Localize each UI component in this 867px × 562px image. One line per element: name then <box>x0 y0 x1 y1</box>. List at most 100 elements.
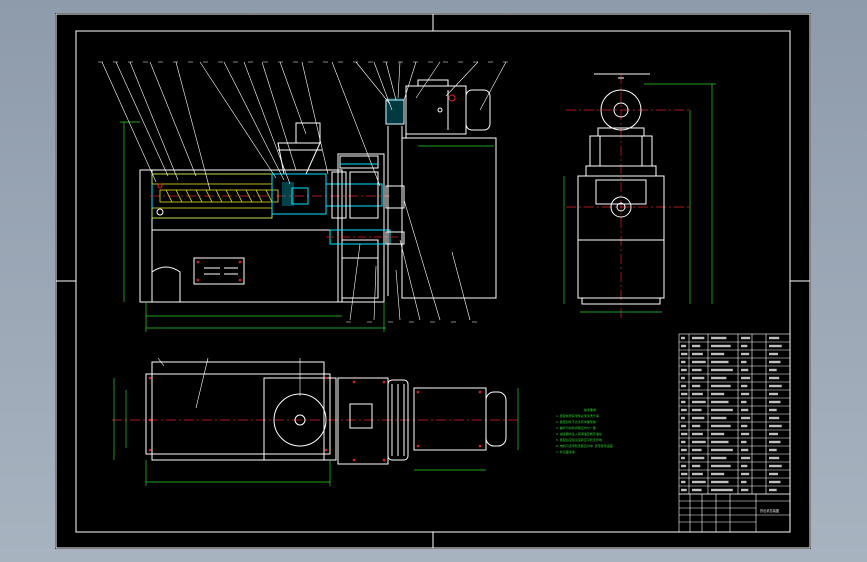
parts-list-cell-mark <box>681 464 687 468</box>
parts-list-cell-mark <box>741 368 749 372</box>
parts-list-cell-mark <box>769 384 782 388</box>
parts-list-cell-mark <box>769 488 777 492</box>
parts-list-cell-mark <box>681 344 687 348</box>
technical-requirements: 技术要求 1. 装配前所有零件必须清洗干净. 2. 各密封处不允许有渗漏现象. … <box>556 407 614 454</box>
parts-list-cell-mark <box>741 384 748 388</box>
parts-list-cell-mark <box>692 368 702 372</box>
parts-list-cell-mark <box>681 488 687 492</box>
parts-list-cell-mark <box>741 352 750 356</box>
tech-req-line: 7. 外表面涂漆. <box>556 449 576 454</box>
parts-list-cell-mark <box>741 448 749 452</box>
parts-list-cell-mark <box>681 480 686 484</box>
parts-list-cell-mark <box>711 360 729 364</box>
parts-list-cell-mark <box>769 464 782 468</box>
parts-list-cell-mark <box>711 432 725 436</box>
parts-list-cell-mark <box>741 376 751 380</box>
parts-list-cell-mark <box>741 424 748 428</box>
parts-list-cell-mark <box>692 384 701 388</box>
parts-list-cell-mark <box>681 392 688 396</box>
drawing-canvas: 技术要求 1. 装配前所有零件必须清洗干净. 2. 各密封处不允许有渗漏现象. … <box>55 13 811 549</box>
tech-req-line: 4. 减速器内注入润滑油至规定油位. <box>556 431 603 436</box>
parts-list-cell-mark <box>741 416 751 420</box>
parts-list-cell-mark <box>692 448 702 452</box>
parts-list-cell-mark <box>711 336 727 340</box>
parts-list-cell-mark <box>692 360 706 364</box>
parts-list-cell-mark <box>711 352 725 356</box>
parts-list-cell-mark <box>681 448 687 452</box>
parts-list-cell-mark <box>769 424 782 428</box>
parts-list-cell-mark <box>769 440 781 444</box>
parts-list-cell-mark <box>692 440 706 444</box>
parts-list-cell-mark <box>769 472 778 476</box>
parts-list-cell-mark <box>681 416 685 420</box>
parts-list-cell-mark <box>769 432 778 436</box>
parts-list-cell-mark <box>769 456 780 460</box>
parts-list-cell-mark <box>711 384 731 388</box>
control-panel <box>193 257 245 285</box>
parts-list-cell-mark <box>711 416 727 420</box>
parts-list-cell-mark <box>681 440 686 444</box>
parts-list-cell-mark <box>711 400 729 404</box>
parts-list-cell-mark <box>769 336 780 340</box>
parts-list-cell-mark <box>681 456 685 460</box>
parts-list-cell-mark <box>681 352 688 356</box>
parts-list-cell-mark <box>741 480 747 484</box>
title-block <box>678 493 791 533</box>
parts-list-cell-mark <box>681 408 687 412</box>
tech-req-line: 3. 螺杆与机筒间隙应均匀一致. <box>556 425 597 430</box>
leader-ticks <box>98 61 508 323</box>
leader-lines <box>101 61 507 321</box>
parts-list-cell-mark <box>681 400 686 404</box>
parts-list-cell-mark <box>769 344 782 348</box>
tech-req-line: 5. 装配后空载试运转应平稳无异响. <box>556 437 603 442</box>
parts-list-cell-mark <box>692 416 705 420</box>
parts-list-cell-mark <box>681 384 687 388</box>
side-view <box>563 73 716 318</box>
parts-list-cell-mark <box>711 376 727 380</box>
parts-list-cell-mark <box>711 480 729 484</box>
top-view <box>112 357 520 486</box>
tech-req-line: 6. 电机与皮带轮安装应对中, 皮带张紧适度. <box>556 443 614 448</box>
parts-list-cell-mark <box>769 360 781 364</box>
parts-list-cell-mark <box>741 464 748 468</box>
parts-list-cell-mark <box>741 456 751 460</box>
parts-list-cell-mark <box>692 488 702 492</box>
parts-list-cell-mark <box>741 440 747 444</box>
title-block-name: 挤出机总装图 <box>760 508 779 513</box>
top-base <box>145 373 331 455</box>
parts-list-cell-mark <box>692 376 705 380</box>
parts-list-cell-mark <box>681 376 685 380</box>
hopper <box>277 122 322 175</box>
outer-frame <box>55 13 811 549</box>
parts-list-cell-mark <box>769 408 777 412</box>
tech-req-line: 1. 装配前所有零件必须清洗干净. <box>556 413 600 418</box>
parts-list-cell-mark <box>711 440 729 444</box>
parts-list-cell-mark <box>711 344 731 348</box>
parts-list-cell-mark <box>741 336 751 340</box>
gearbox <box>337 153 385 303</box>
parts-list-cell-mark <box>741 400 747 404</box>
motor <box>401 79 497 299</box>
parts-list-cell-mark <box>741 360 747 364</box>
parts-list-cell-mark <box>692 424 701 428</box>
parts-list-cell-mark <box>769 480 781 484</box>
parts-list-cell-mark <box>681 424 687 428</box>
parts-list-cell-mark <box>711 472 725 476</box>
parts-list-cell-mark <box>692 400 706 404</box>
parts-list-cell-mark <box>711 448 733 452</box>
parts-list-cell-mark <box>741 408 749 412</box>
parts-list-cell-mark <box>711 464 731 468</box>
parts-list-cell-mark <box>681 336 685 340</box>
parts-list-cell-mark <box>741 488 749 492</box>
front-section-view <box>98 61 508 332</box>
parts-list-cell-mark <box>711 456 727 460</box>
parts-list-cell-mark <box>741 432 750 436</box>
parts-list-cell-mark <box>692 432 703 436</box>
parts-list-cell-mark <box>692 456 705 460</box>
parts-list-cell-mark <box>769 392 778 396</box>
parts-list-cell-mark <box>711 368 733 372</box>
parts-list-cell-mark <box>769 352 778 356</box>
parts-list-cell-mark <box>692 336 705 340</box>
parts-list-cell-mark <box>692 408 702 412</box>
belt-drive <box>385 99 405 296</box>
